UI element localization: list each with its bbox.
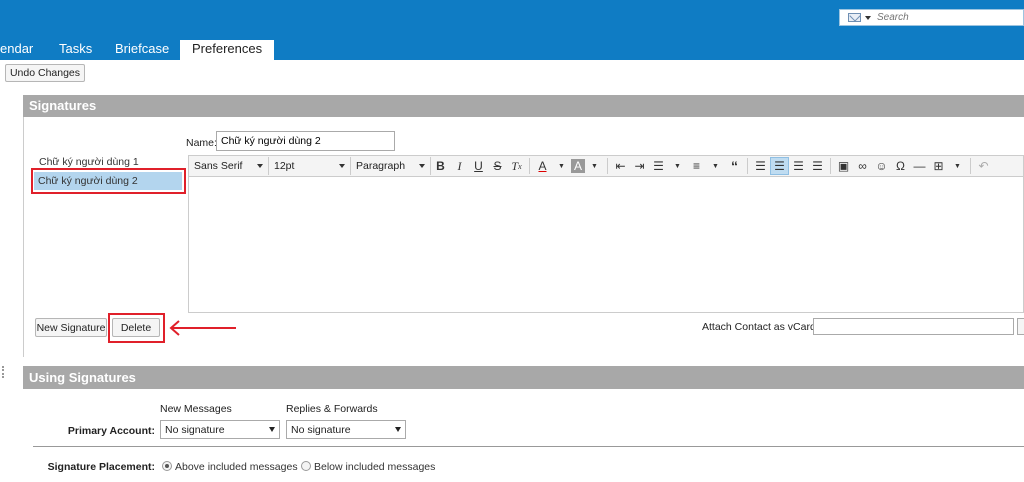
resize-handle[interactable] [2, 366, 4, 378]
bold-icon[interactable]: B [431, 157, 450, 175]
chevron-down-icon [269, 427, 275, 432]
new-messages-value: No signature [165, 423, 225, 436]
bullet-list-icon[interactable]: ☰ [649, 157, 668, 175]
tab-briefcase[interactable]: Briefcase [115, 40, 169, 60]
horizontal-rule-icon[interactable]: — [910, 157, 929, 175]
chevron-down-icon[interactable] [865, 15, 871, 20]
chevron-down-icon [257, 164, 263, 168]
outdent-icon[interactable]: ⇤ [611, 157, 630, 175]
separator [607, 158, 608, 174]
tab-preferences[interactable]: Preferences [180, 40, 275, 60]
chevron-down-icon [395, 427, 401, 432]
align-left-icon[interactable]: ☰ [751, 157, 770, 175]
strikethrough-icon[interactable]: S [488, 157, 507, 175]
chevron-down-icon[interactable]: ▼ [668, 157, 687, 175]
signatures-section-title: Signatures [23, 95, 1024, 117]
chevron-down-icon[interactable]: ▼ [948, 157, 967, 175]
separator [529, 158, 530, 174]
chevron-down-icon [419, 164, 425, 168]
vcard-label: Attach Contact as vCard: [702, 321, 819, 333]
signature-list-item[interactable]: Chữ ký người dùng 1 [39, 156, 139, 168]
new-messages-select[interactable]: No signature [160, 420, 280, 439]
chevron-down-icon[interactable]: ▼ [706, 157, 725, 175]
search-input[interactable] [877, 12, 1017, 23]
replies-forwards-select[interactable]: No signature [286, 420, 406, 439]
numbered-list-icon[interactable]: ≡ [687, 157, 706, 175]
placement-below-label[interactable]: Below included messages [314, 461, 435, 473]
using-signatures-section-title: Using Signatures [23, 366, 1024, 389]
link-icon[interactable]: ∞ [853, 157, 872, 175]
tab-calendar[interactable]: endar [0, 40, 33, 60]
replies-forwards-value: No signature [291, 423, 351, 436]
font-size-select[interactable]: 12pt [269, 157, 351, 175]
highlight-box [108, 313, 165, 343]
placement-above-label[interactable]: Above included messages [175, 461, 298, 473]
arrow-left-icon [169, 320, 236, 336]
font-family-value: Sans Serif [194, 160, 243, 172]
signature-placement-label: Signature Placement: [47, 461, 155, 473]
new-messages-label: New Messages [160, 403, 232, 415]
search-box[interactable] [839, 9, 1024, 26]
clear-format-icon[interactable]: Tx [507, 157, 526, 175]
image-icon[interactable]: ▣ [834, 157, 853, 175]
editor-toolbar: Sans Serif 12pt Paragraph B I U S Tx A ▼… [188, 155, 1024, 177]
replies-forwards-label: Replies & Forwards [286, 403, 378, 415]
font-family-select[interactable]: Sans Serif [189, 157, 269, 175]
placement-below-radio[interactable] [301, 461, 311, 471]
chevron-down-icon[interactable]: ▼ [585, 157, 604, 175]
app-header: endar Tasks Briefcase Preferences [0, 0, 1024, 60]
font-size-value: 12pt [274, 160, 295, 172]
block-format-select[interactable]: Paragraph [351, 157, 431, 175]
chevron-down-icon[interactable]: ▼ [552, 157, 571, 175]
tab-tasks[interactable]: Tasks [59, 40, 92, 60]
undo-icon[interactable]: ↶ [974, 157, 993, 175]
emoticon-icon[interactable]: ☺ [872, 157, 891, 175]
table-icon[interactable]: ⊞ [929, 157, 948, 175]
vcard-field[interactable] [813, 318, 1014, 335]
special-char-icon[interactable]: Ω [891, 157, 910, 175]
placement-above-radio[interactable] [162, 461, 172, 471]
highlight-box [31, 168, 186, 194]
mail-icon[interactable] [848, 13, 861, 22]
undo-changes-button[interactable]: Undo Changes [5, 64, 85, 82]
vcard-browse-button[interactable] [1017, 318, 1024, 335]
chevron-down-icon [339, 164, 345, 168]
indent-icon[interactable]: ⇥ [630, 157, 649, 175]
blockquote-icon[interactable]: “ [725, 157, 744, 175]
highlight-color-icon[interactable]: A [571, 159, 585, 173]
signature-name-field[interactable] [216, 131, 395, 151]
separator [970, 158, 971, 174]
primary-account-label: Primary Account: [67, 425, 155, 437]
underline-icon[interactable]: U [469, 157, 488, 175]
text-color-icon[interactable]: A [533, 157, 552, 175]
align-right-icon[interactable]: ☰ [789, 157, 808, 175]
signature-editor[interactable] [188, 177, 1024, 313]
block-format-value: Paragraph [356, 160, 406, 172]
new-signature-button[interactable]: New Signature [35, 318, 107, 337]
align-center-icon[interactable]: ☰ [770, 157, 789, 175]
separator [830, 158, 831, 174]
divider [33, 446, 1024, 447]
separator [747, 158, 748, 174]
italic-icon[interactable]: I [450, 157, 469, 175]
align-justify-icon[interactable]: ☰ [808, 157, 827, 175]
name-label: Name: [186, 137, 217, 149]
